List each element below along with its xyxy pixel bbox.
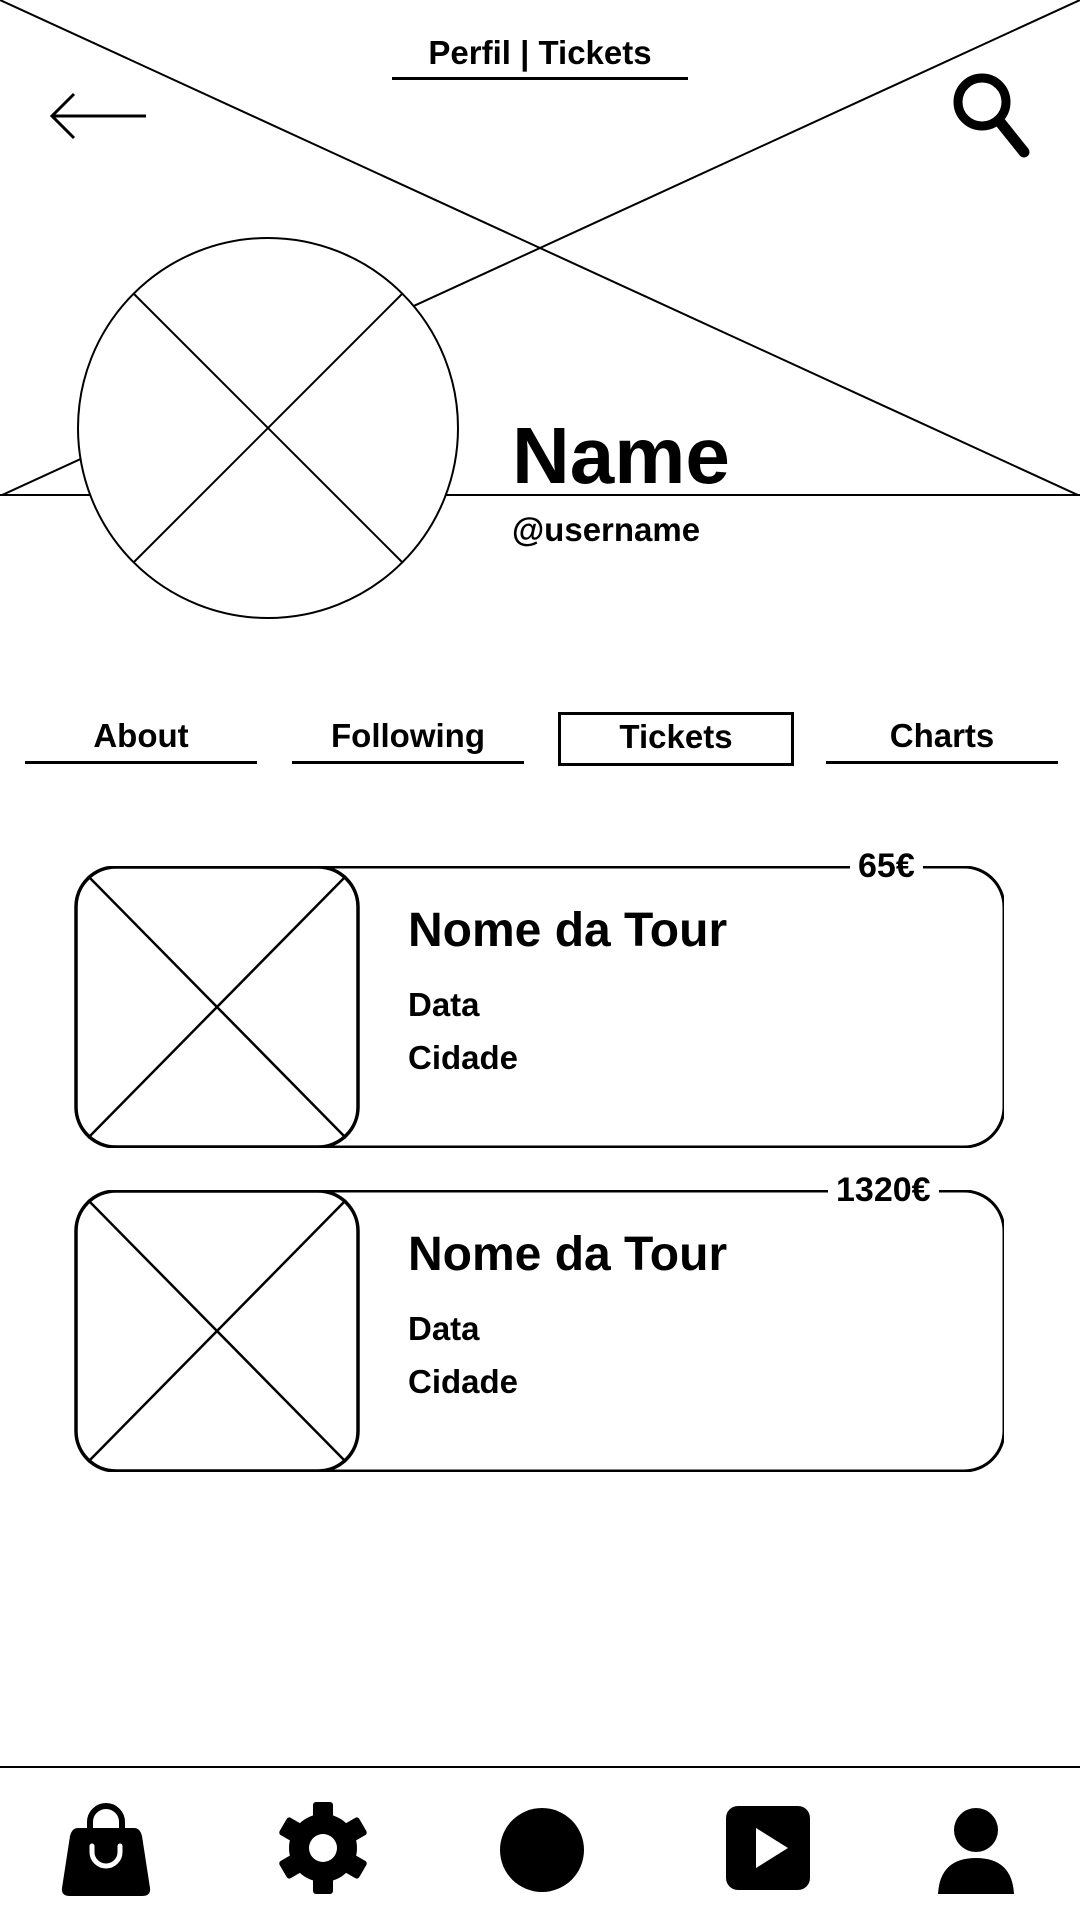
circle-icon — [500, 1808, 584, 1892]
arrow-left-icon — [49, 92, 146, 140]
page-title: Perfil | Tickets — [392, 30, 688, 80]
ticket-price: 1320€ — [828, 1169, 939, 1211]
play-icon — [726, 1806, 810, 1890]
avatar — [77, 237, 459, 619]
bottom-nav — [0, 1766, 1080, 1920]
tour-name: Nome da Tour — [408, 904, 728, 957]
nav-play-button[interactable] — [718, 1798, 818, 1898]
search-button[interactable] — [948, 68, 1038, 164]
tab-tickets[interactable]: Tickets — [558, 712, 794, 766]
profile-name: Name — [512, 411, 730, 500]
tour-date: Data — [408, 986, 480, 1023]
nav-shop-button[interactable] — [56, 1798, 156, 1898]
tab-following[interactable]: Following — [292, 712, 524, 764]
gear-icon — [279, 1802, 367, 1894]
nav-settings-button[interactable] — [273, 1798, 373, 1898]
back-button[interactable] — [40, 80, 160, 150]
tour-name: Nome da Tour — [408, 1228, 728, 1281]
shopping-bag-icon — [61, 1803, 151, 1896]
ticket-card[interactable]: 1320€ Nome da Tour Data Cidade — [74, 1169, 1004, 1472]
tour-city: Cidade — [408, 1039, 519, 1076]
profile-username: @username — [512, 511, 701, 548]
ticket-price: 65€ — [850, 845, 923, 887]
nav-home-button[interactable] — [494, 1798, 594, 1898]
ticket-card[interactable]: 65€ Nome da Tour Data Cidade — [74, 845, 1004, 1148]
tour-city: Cidade — [408, 1363, 519, 1400]
tour-date: Data — [408, 1310, 480, 1347]
search-icon — [953, 73, 1030, 158]
user-icon — [938, 1808, 1014, 1894]
tab-charts[interactable]: Charts — [826, 712, 1058, 764]
tab-about[interactable]: About — [25, 712, 257, 764]
nav-profile-button[interactable] — [926, 1798, 1026, 1898]
